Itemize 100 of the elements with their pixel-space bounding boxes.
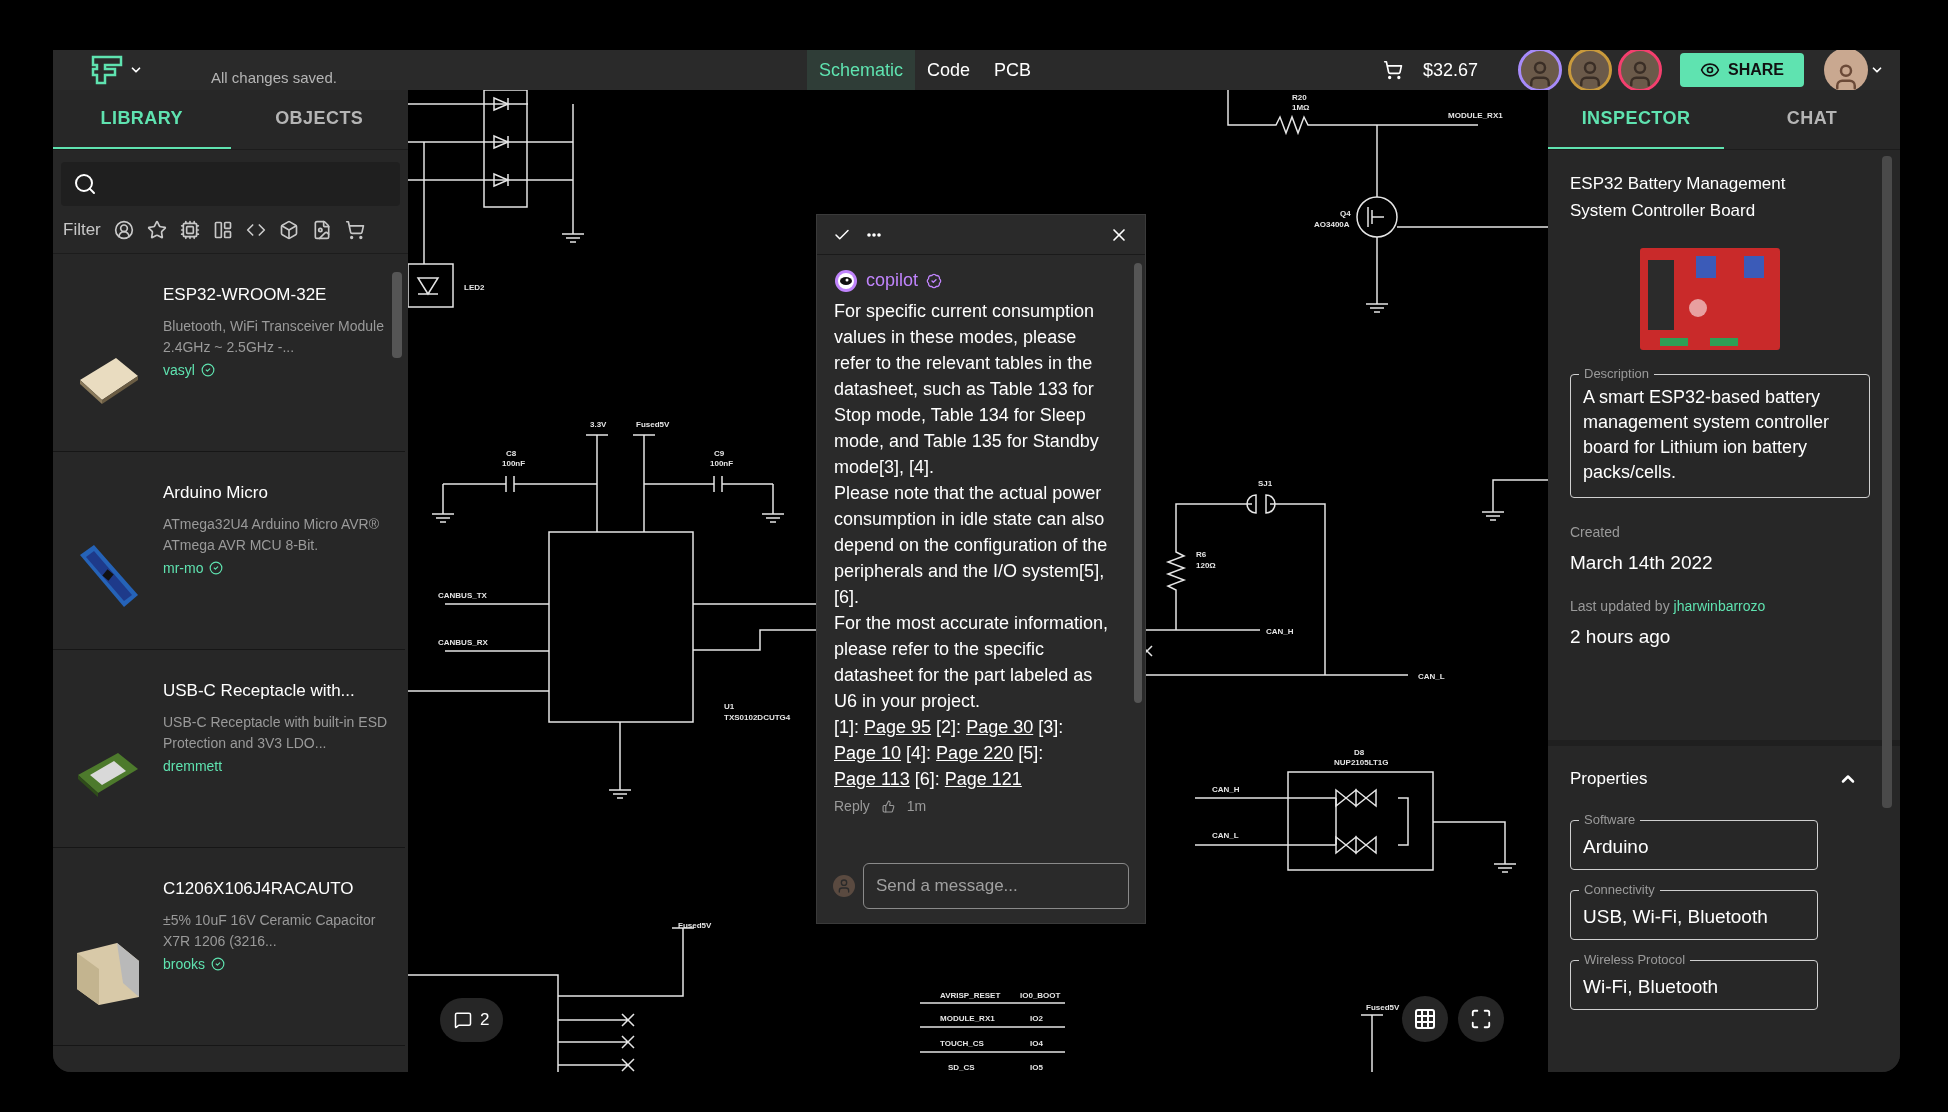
search-field[interactable] [61,162,400,206]
schematic-label: MODULE_RX1 [1448,111,1503,120]
field-label: Connectivity [1579,882,1660,898]
filter-label: Filter [63,218,101,241]
schematic-label: TOUCH_CS [940,1039,984,1048]
panel-tab[interactable]: LIBRARY [53,90,231,149]
fullscreen-button[interactable] [1458,996,1504,1042]
created-label: Created [1570,523,1621,542]
schematic-label: 1MΩ [1292,103,1310,112]
schematic-label: IO0_BOOT [1020,991,1061,1000]
item-title: C1206X106J4RACAUTO [163,878,355,900]
reference-list: [1]: Page 95 [2]: Page 30 [3]: Page 10 [4]: Page 220 [5]: Page 113 [6]: Page 121 [834,714,1116,792]
star-icon[interactable] [146,219,167,240]
page-link[interactable]: Page 113 [834,769,910,789]
collaborator-avatar[interactable] [1518,50,1562,92]
schematic-label: IO2 [1030,1014,1043,1023]
chip-icon[interactable] [179,219,200,240]
message-field[interactable]: Send a message... [863,863,1129,909]
board-icon[interactable] [212,219,233,240]
schematic-label: CAN_L [1418,672,1445,681]
field-value: Arduino [1583,834,1649,859]
logo-icon[interactable] [91,55,125,85]
item-description: Bluetooth, WiFi Transceiver Module 2.4GHz ~ 2.5GHz -... [163,316,385,357]
comments-button[interactable]: 2 [440,998,504,1042]
schematic-label: AO3400A [1314,220,1350,229]
comment-text: For the most accurate information, please refer to the specific datasheet for the part labeled as U6 in your project. [834,612,1110,713]
cart-icon[interactable] [1382,60,1403,80]
section-title: Properties [1570,768,1648,791]
library-item[interactable]: USB-C Receptacle with... USB-C Receptacle with built-in ESD Protection and 3V3 LDO... dremmett [53,650,405,848]
library-item[interactable]: Arduino Micro ATmega32U4 Arduino Micro AVR® ATmega AVR MCU 8-Bit. mr-mo [53,452,405,650]
panel-tab[interactable]: INSPECTOR [1548,90,1724,149]
schematic-label: TXS0102DCUTG4 [724,713,791,722]
item-author[interactable]: mr-mo [163,557,204,579]
schematic-label: CAN_H [1266,627,1294,636]
schematic-label: CANBUS_TX [438,591,487,600]
page-link[interactable]: Page 220 [936,743,1014,763]
eye-avatar-icon [834,268,858,293]
schematic-label: CAN_L [1212,831,1239,840]
item-description: ATmega32U4 Arduino Micro AVR® ATmega AVR MCU 8-Bit. [163,514,380,555]
updated-info: Last updated by jharwinbarrozo [1570,596,1767,616]
schematic-label: IO4 [1030,1039,1043,1048]
panel-tab[interactable]: OBJECTS [230,90,408,149]
comment-time: 1m [906,797,927,816]
page-link[interactable]: Page 121 [944,769,1022,789]
schematic-label: R6 [1196,550,1207,559]
page-link[interactable]: Page 95 [864,717,932,737]
reply-link[interactable]: Reply [834,796,870,817]
schematic-label: U1 [724,702,735,711]
more-icon [867,232,881,237]
item-description: ±5% 10uF 16V Ceramic Capacitor X7R 1206 (3216... [163,910,377,951]
comment-icon [454,1011,472,1029]
page-link[interactable]: Page 10 [834,743,902,763]
cube-icon[interactable] [278,219,299,240]
comment-author: copilot [866,269,919,292]
item-title: ESP32-WROOM-32E [163,284,328,306]
search-icon [73,172,97,196]
schematic-label: LED2 [464,283,485,292]
view-tab[interactable]: Code [914,50,982,90]
view-tab[interactable]: PCB [982,50,1043,90]
more-button[interactable] [867,232,881,237]
board-title: ESP32 Battery Management System Controller Board [1570,173,1787,222]
user-link[interactable]: jharwinbarrozo [1673,597,1766,614]
schematic-label: SD_CS [948,1063,975,1072]
item-author[interactable]: vasyl [163,359,195,381]
like-icon[interactable] [881,800,895,813]
cart-icon[interactable] [344,219,365,240]
collaborator-avatar[interactable] [1568,50,1612,92]
grid-button[interactable] [1402,996,1448,1042]
schematic-label: NUP2105LT1G [1334,758,1389,767]
item-author[interactable]: dremmett [163,755,223,777]
fullscreen-icon [1470,1008,1492,1030]
schematic-label: Fused5V [678,921,712,930]
schematic-label: C9 [714,449,725,458]
schematic-label: CANBUS_RX [438,638,488,647]
item-author[interactable]: brooks [163,953,206,975]
save-status: All changes saved. [211,67,337,88]
schematic-label: 100nF [502,459,526,468]
price: $32.67 [1422,58,1478,82]
user-circle-icon[interactable] [113,219,134,240]
schematic-label: IO5 [1030,1063,1043,1072]
schematic-label: Q4 [1340,209,1351,218]
item-title: Arduino Micro [163,482,269,504]
panel-tab[interactable]: CHAT [1724,90,1900,149]
share-button[interactable]: SHARE [1680,53,1804,87]
schematic-label: 3.3V [590,420,607,429]
field-value: Wi-Fi, Bluetooth [1583,974,1719,999]
field-label: Description [1579,366,1655,382]
schematic-label: CAN_H [1212,785,1240,794]
created-date: March 14th 2022 [1570,551,1714,575]
field-value: USB, Wi-Fi, Bluetooth [1583,904,1768,929]
schematic-label: D8 [1354,748,1365,757]
comment-text: For specific current consumption values in these modes, please refer to the relevant tables in the datasheet, such as Table 133 for Stop mode, Table 134 for Sleep mode, and Table 135 for Standby mode[3], [4]. [834,300,1100,479]
schematic-label: Fused5V [636,420,670,429]
library-item[interactable]: C1206X106J4RACAUTO ±5% 10uF 16V Ceramic Capacitor X7R 1206 (3216... brooks [53,848,405,1046]
page-link[interactable]: Page 30 [966,717,1034,737]
view-tab[interactable]: Schematic [806,50,915,90]
user-avatar[interactable] [1824,50,1868,92]
user-avatar [833,875,855,897]
collaborator-avatar[interactable] [1618,50,1662,92]
schematic-label: MODULE_RX1 [940,1014,995,1023]
